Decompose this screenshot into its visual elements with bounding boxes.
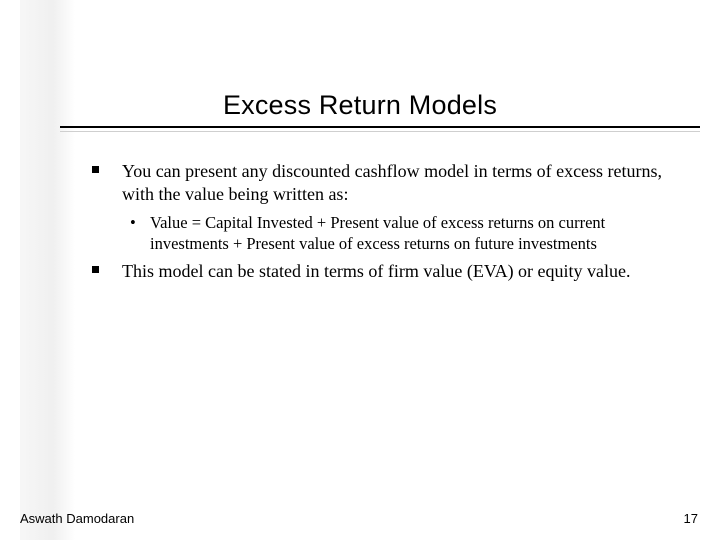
left-shadow-column [20,0,75,540]
dot-bullet-icon: • [130,213,136,234]
slide-body: You can present any discounted cashflow … [92,160,670,291]
slide: Excess Return Models You can present any… [0,0,720,540]
square-bullet-icon [92,266,99,273]
bullet-text: This model can be stated in terms of fir… [122,261,631,281]
title-rule-light [60,131,700,132]
footer-author: Aswath Damodaran [20,511,134,526]
bullet-text: You can present any discounted cashflow … [122,161,662,204]
footer-page-number: 17 [684,511,698,526]
square-bullet-icon [92,166,99,173]
bullet-level-2: • Value = Capital Invested + Present val… [92,213,670,254]
bullet-level-1: This model can be stated in terms of fir… [92,260,670,283]
bullet-level-1: You can present any discounted cashflow … [92,160,670,205]
bullet-text: Value = Capital Invested + Present value… [150,213,605,253]
title-rule-dark [60,126,700,128]
slide-title: Excess Return Models [0,90,720,121]
